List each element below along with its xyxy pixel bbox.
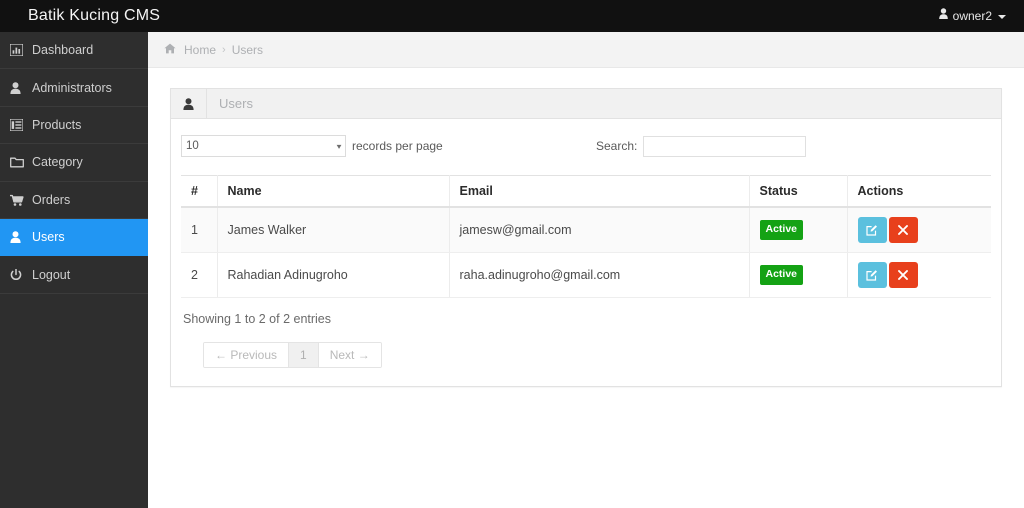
table-row: 2 Rahadian Adinugroho raha.adinugroho@gm… (181, 252, 991, 298)
records-per-page-label: records per page (352, 139, 443, 153)
row-actions (857, 217, 918, 243)
panel-title: Users (219, 96, 253, 111)
pagination-previous[interactable]: ← Previous (204, 343, 290, 367)
edit-button[interactable] (857, 262, 887, 288)
chevron-down-icon (998, 14, 1006, 19)
panel-header: Users (171, 89, 1001, 119)
sidebar-item-administrators[interactable]: Administrators (0, 69, 148, 107)
sidebar-item-label: Category (32, 155, 83, 170)
pagination-page-1[interactable]: 1 (289, 343, 319, 367)
cell-status: Active (749, 207, 848, 253)
row-actions (857, 262, 918, 288)
chevron-down-icon: ▾ (336, 141, 342, 151)
user-icon (938, 0, 948, 32)
home-icon (164, 43, 176, 57)
brand-title: Batik Kucing CMS (28, 7, 161, 24)
folder-icon (10, 156, 30, 168)
close-x-icon (898, 270, 908, 280)
pagination-next[interactable]: Next → (318, 343, 381, 367)
sidebar-item-label: Users (32, 230, 65, 245)
sidebar-item-label: Orders (32, 192, 71, 207)
cell-name: Rahadian Adinugroho (217, 252, 450, 298)
panel-body: 10 ▾ records per page Search: # Name Ema… (171, 119, 1001, 386)
user-icon (10, 81, 30, 94)
table-controls: 10 ▾ records per page Search: (181, 131, 991, 161)
sidebar-item-logout[interactable]: Logout (0, 256, 148, 294)
table-body: 1 James Walker jamesw@gmail.com Active 2… (181, 207, 991, 298)
column-header-email[interactable]: Email (449, 175, 750, 208)
sidebar-item-label: Administrators (32, 80, 112, 95)
top-navbar: Batik Kucing CMS owner2 (0, 0, 1024, 32)
delete-button[interactable] (888, 217, 918, 243)
edit-button[interactable] (857, 217, 887, 243)
table-head: # Name Email Status Actions (181, 175, 991, 208)
cell-num: 1 (181, 207, 218, 253)
status-badge: Active (759, 265, 804, 285)
status-badge: Active (759, 220, 804, 240)
column-header-status[interactable]: Status (749, 175, 848, 208)
close-x-icon (898, 225, 908, 235)
sidebar-item-label: Logout (32, 267, 71, 282)
username-label: owner2 (952, 9, 992, 23)
sidebar-item-orders[interactable]: Orders (0, 182, 148, 219)
list-icon (10, 118, 30, 131)
user-icon (171, 89, 207, 118)
main-content: Home › Users Users 10 ▾ records per page… (148, 32, 1024, 508)
cell-email: raha.adinugroho@gmail.com (449, 252, 750, 298)
edit-square-icon (866, 224, 878, 236)
cell-num: 2 (181, 252, 218, 298)
sidebar: Dashboard Administrators Products Catego… (0, 32, 148, 508)
sidebar-item-category[interactable]: Category (0, 144, 148, 182)
table-header-row: # Name Email Status Actions (181, 175, 991, 208)
page-length-control: 10 ▾ records per page (181, 135, 443, 157)
cell-actions (847, 207, 991, 253)
breadcrumb-separator: › (222, 43, 226, 56)
chart-bar-icon (10, 44, 30, 57)
users-panel: Users 10 ▾ records per page Search: # Na… (170, 88, 1002, 387)
sidebar-item-products[interactable]: Products (0, 107, 148, 145)
sidebar-item-label: Products (32, 117, 82, 132)
search-label: Search: (596, 139, 638, 153)
table-info: Showing 1 to 2 of 2 entries (183, 312, 332, 326)
sidebar-item-users[interactable]: Users (0, 218, 148, 257)
breadcrumb-current: Users (231, 42, 264, 57)
admin-page: Batik Kucing CMS owner2 Dashboard Admini… (0, 0, 1024, 508)
cell-email: jamesw@gmail.com (449, 207, 750, 253)
search-input[interactable] (643, 135, 807, 157)
search-control: Search: (596, 135, 807, 157)
page-length-select[interactable]: 10 ▾ (181, 135, 346, 157)
delete-button[interactable] (888, 262, 918, 288)
column-header-name[interactable]: Name (217, 175, 450, 208)
breadcrumb: Home › Users (148, 32, 1024, 68)
pagination: ← Previous 1 Next → (203, 342, 382, 368)
user-menu[interactable]: owner2 (938, 0, 1006, 32)
column-header-num[interactable]: # (181, 175, 218, 208)
edit-square-icon (866, 269, 878, 281)
column-header-actions[interactable]: Actions (847, 175, 991, 208)
cart-icon (10, 194, 30, 206)
breadcrumb-home[interactable]: Home (184, 43, 216, 57)
sidebar-item-label: Dashboard (32, 43, 94, 58)
cell-status: Active (749, 252, 848, 298)
users-table: # Name Email Status Actions 1 James Walk… (181, 175, 991, 298)
sidebar-item-dashboard[interactable]: Dashboard (0, 32, 148, 70)
page-length-value: 10 (186, 140, 199, 152)
user-icon (10, 231, 30, 244)
cell-name: James Walker (217, 207, 450, 253)
cell-actions (847, 252, 991, 298)
power-icon (10, 268, 30, 281)
table-row: 1 James Walker jamesw@gmail.com Active (181, 207, 991, 253)
